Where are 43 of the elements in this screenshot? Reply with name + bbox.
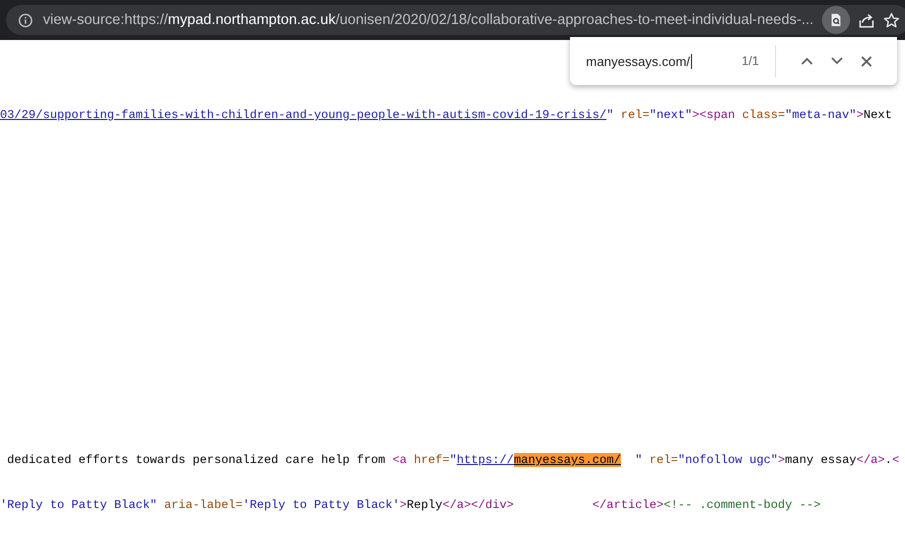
attribute-value: " [634, 453, 642, 467]
star-icon[interactable] [882, 12, 900, 28]
share-icon[interactable] [858, 12, 875, 28]
match-count: 1/1 [742, 54, 759, 68]
html-tag: > [778, 453, 786, 467]
attribute-value: "meta-nav" [784, 108, 856, 122]
html-tag: ><span [692, 108, 736, 122]
attribute-name: href= [412, 453, 450, 467]
find-in-page-button[interactable] [822, 6, 850, 34]
text-content: dedicated efforts towards personalized care help from [6, 453, 386, 467]
text-content: . [884, 453, 892, 467]
html-tag: </article> [514, 498, 664, 512]
text-content: Next [863, 108, 892, 122]
attribute-value: " [450, 453, 457, 467]
address-bar[interactable]: view-source:https://mypad.northampton.ac.uk/uonisen/2020/02/18/collaborative-approaches-to-meet-individual-needs-... [6, 5, 905, 35]
html-tag: > [400, 498, 407, 512]
attribute-name: rel= [648, 453, 678, 467]
source-link[interactable]: https:// [456, 453, 514, 467]
attribute-value: " [606, 108, 614, 122]
close-icon[interactable] [861, 56, 872, 66]
url-text: view-source:https://mypad.northampton.ac.uk/uonisen/2020/02/18/collaborative-approaches-to-meet-individual-needs-... [43, 12, 814, 28]
previous-match-icon[interactable] [801, 57, 813, 65]
text-content: many essay [785, 453, 856, 467]
search-match: manyessays.com/ [514, 453, 621, 467]
text-content: Reply [406, 498, 442, 512]
attribute-name: class= [741, 108, 785, 122]
html-tag: </a> [856, 453, 885, 467]
attribute-value: "nofollow ugc" [678, 453, 778, 467]
html-tag: < [892, 453, 900, 467]
next-match-icon[interactable] [831, 57, 843, 65]
attribute-value: "next" [649, 108, 692, 122]
info-icon[interactable] [18, 12, 33, 28]
source-link[interactable]: 03/29/supporting-families-with-children-and-young-people-with-autism-covid-19-crisis/ [0, 108, 607, 122]
html-tag: </a></div> [442, 498, 514, 512]
attribute-name: rel= [620, 108, 650, 122]
find-input-field[interactable]: manyessays.com/ [586, 54, 742, 68]
html-comment: <!-- .comment-body --> [664, 498, 821, 512]
attribute-value: 'Reply to Patty Black' [242, 498, 400, 512]
find-in-page-icon[interactable] [828, 13, 843, 27]
attribute-value: 'Reply to Patty Black" [0, 498, 157, 512]
attribute-name: aria-label= [163, 498, 243, 512]
html-tag: <a [392, 453, 407, 467]
html-tag: > [856, 108, 864, 122]
